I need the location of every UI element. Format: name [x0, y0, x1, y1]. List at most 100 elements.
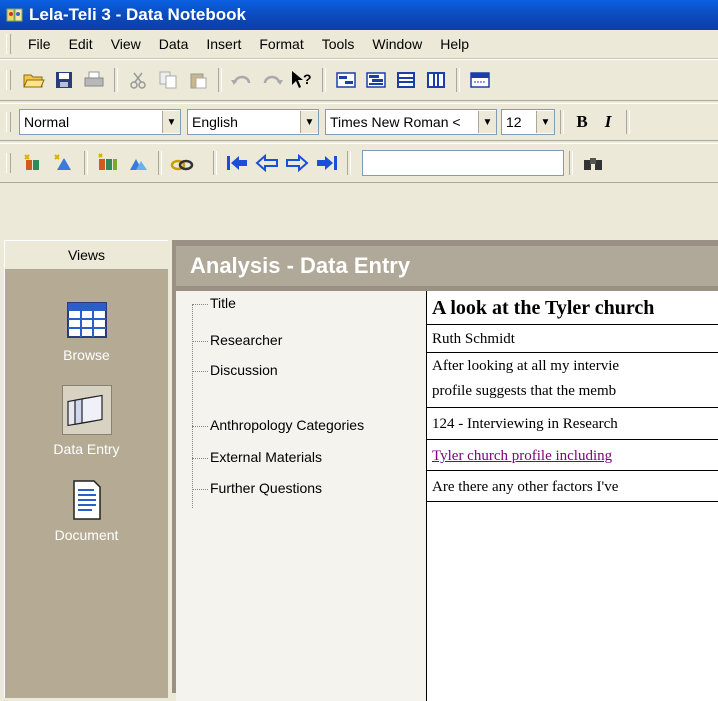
language-value: English [192, 114, 238, 130]
first-record-button[interactable] [223, 149, 251, 177]
separator [114, 68, 118, 92]
new-record-button[interactable] [20, 149, 48, 177]
chevron-down-icon[interactable]: ▼ [478, 111, 496, 133]
link-chain-icon [170, 159, 194, 171]
redo-icon [263, 75, 283, 85]
view-label: Browse [63, 347, 110, 363]
app-icon [6, 7, 24, 23]
redo-button[interactable] [258, 66, 286, 94]
discussion-field[interactable]: After looking at all my intervie profile… [427, 354, 718, 408]
title-field[interactable]: A look at the Tyler church [427, 291, 718, 325]
toolbar-grip[interactable] [6, 70, 11, 90]
right-arrow-icon [286, 154, 309, 172]
cut-button[interactable] [124, 66, 152, 94]
field-label-discussion: Discussion [210, 362, 278, 378]
window-icon [470, 72, 490, 88]
menu-insert[interactable]: Insert [197, 36, 250, 52]
views-panel: Views Browse Data Entry Document [4, 240, 168, 698]
undo-button[interactable] [228, 66, 256, 94]
view-browse[interactable]: Browse [5, 299, 168, 363]
chevron-down-icon[interactable]: ▼ [162, 111, 180, 133]
print-icon [84, 71, 104, 87]
tree-line [192, 341, 208, 342]
views-header: Views [5, 241, 168, 270]
items-icon [130, 159, 147, 170]
view-label: Data Entry [53, 441, 120, 457]
records-icon [98, 153, 117, 170]
title-bar: Lela-Teli 3 - Data Notebook [0, 0, 718, 30]
tree-line [192, 426, 208, 427]
svg-text:?: ? [303, 71, 312, 87]
view-data-entry[interactable]: Data Entry [5, 385, 168, 457]
menubar-grip[interactable] [6, 34, 11, 54]
menu-help[interactable]: Help [431, 36, 478, 52]
menu-view[interactable]: View [102, 36, 150, 52]
new-record-icon [24, 154, 39, 170]
save-button[interactable] [50, 66, 78, 94]
layout-button-2[interactable] [362, 66, 390, 94]
records-button[interactable] [94, 149, 122, 177]
categories-field[interactable]: 124 - Interviewing in Research [427, 409, 718, 440]
layout-button-1[interactable] [332, 66, 360, 94]
menu-tools[interactable]: Tools [313, 36, 364, 52]
menu-edit[interactable]: Edit [60, 36, 102, 52]
field-values: A look at the Tyler church Ruth Schmidt … [426, 291, 718, 701]
copy-button[interactable] [154, 66, 182, 94]
style-select[interactable]: Normal ▼ [19, 109, 181, 135]
italic-button[interactable]: I [595, 109, 621, 135]
new-item-icon [54, 154, 71, 170]
undo-icon [231, 75, 251, 85]
further-questions-field[interactable]: Are there any other factors I've [427, 472, 718, 502]
chevron-down-icon[interactable]: ▼ [300, 111, 318, 133]
font-size-select[interactable]: 12 ▼ [501, 109, 555, 135]
separator [84, 151, 88, 175]
page-title: Analysis - Data Entry [176, 246, 718, 286]
scissors-icon [130, 72, 146, 89]
open-folder-button[interactable] [20, 66, 48, 94]
menu-data[interactable]: Data [150, 36, 198, 52]
tree-line [192, 458, 208, 459]
find-button[interactable] [579, 149, 607, 177]
last-record-button[interactable] [313, 149, 341, 177]
view-document[interactable]: Document [5, 479, 168, 543]
window-button[interactable] [466, 66, 494, 94]
tree-line [192, 304, 208, 305]
link-button[interactable] [168, 149, 196, 177]
next-record-button[interactable] [283, 149, 311, 177]
items-button[interactable] [124, 149, 152, 177]
separator [456, 68, 460, 92]
open-folder-icon [23, 74, 45, 88]
print-button[interactable] [80, 66, 108, 94]
new-item-button[interactable] [50, 149, 78, 177]
separator [218, 68, 222, 92]
bold-button[interactable]: B [569, 109, 595, 135]
record-search-input[interactable] [362, 150, 564, 176]
grid-table-icon [66, 299, 108, 341]
external-materials-link[interactable]: Tyler church profile including [427, 441, 718, 471]
standard-toolbar: ? [0, 59, 718, 101]
menu-file[interactable]: File [19, 36, 60, 52]
context-help-button[interactable]: ? [288, 66, 316, 94]
menu-format[interactable]: Format [250, 36, 312, 52]
field-label-categories: Anthropology Categories [210, 417, 365, 433]
toolbar-grip[interactable] [6, 153, 11, 173]
split-vertical-button[interactable] [422, 66, 450, 94]
previous-record-button[interactable] [253, 149, 281, 177]
main-panel: Analysis - Data Entry Title Researcher D… [168, 236, 718, 701]
style-value: Normal [24, 114, 70, 130]
tree-line [192, 489, 208, 490]
separator [560, 110, 564, 134]
font-select[interactable]: Times New Roman < ▼ [325, 109, 497, 135]
first-arrow-icon [227, 156, 247, 170]
menu-window[interactable]: Window [363, 36, 431, 52]
paste-button[interactable] [184, 66, 212, 94]
document-icon [66, 479, 108, 521]
field-label-title: Title [210, 295, 236, 311]
separator [158, 151, 162, 175]
split-horizontal-button[interactable] [392, 66, 420, 94]
researcher-field[interactable]: Ruth Schmidt [427, 326, 718, 353]
language-select[interactable]: English ▼ [187, 109, 319, 135]
toolbar-grip[interactable] [6, 112, 11, 132]
split-columns-icon [427, 72, 445, 88]
chevron-down-icon[interactable]: ▼ [536, 111, 554, 133]
